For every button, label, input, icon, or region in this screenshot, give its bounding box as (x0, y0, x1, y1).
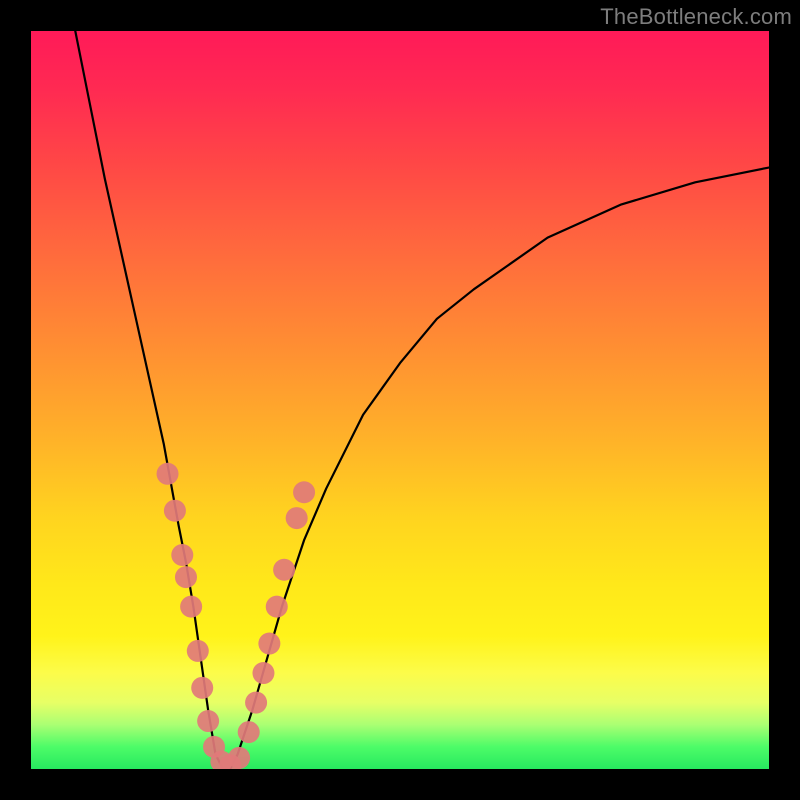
markers-layer (157, 463, 316, 769)
data-point (238, 721, 260, 743)
chart-frame (31, 31, 769, 769)
data-point (191, 677, 213, 699)
data-point (171, 544, 193, 566)
data-point (266, 596, 288, 618)
data-point (293, 481, 315, 503)
data-point (187, 640, 209, 662)
curve-layer (75, 31, 769, 769)
bottleneck-curve (75, 31, 769, 769)
data-point (228, 747, 250, 769)
data-point (180, 596, 202, 618)
data-point (157, 463, 179, 485)
data-point (273, 559, 295, 581)
data-point (245, 692, 267, 714)
data-point (258, 633, 280, 655)
data-point (164, 500, 186, 522)
data-point (175, 566, 197, 588)
data-point (197, 710, 219, 732)
watermark-text: TheBottleneck.com (600, 4, 792, 30)
data-point (286, 507, 308, 529)
data-point (252, 662, 274, 684)
chart-svg (31, 31, 769, 769)
